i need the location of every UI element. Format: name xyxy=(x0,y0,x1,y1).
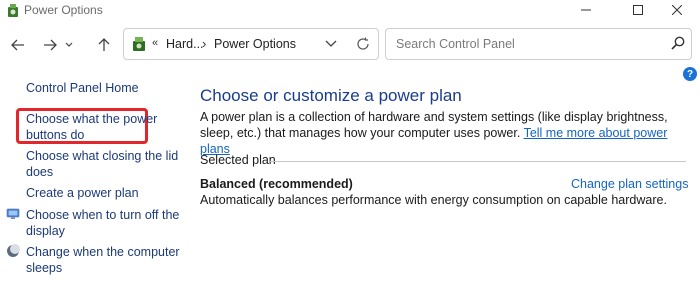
change-plan-settings-link[interactable]: Change plan settings xyxy=(571,177,688,191)
moon-icon xyxy=(7,244,20,257)
breadcrumb-overflow[interactable]: « xyxy=(152,37,158,49)
choose-power-buttons-link[interactable]: Choose what the power buttons do xyxy=(26,111,157,143)
minimize-button[interactable] xyxy=(563,0,609,20)
arrow-up-icon xyxy=(98,38,110,51)
change-sleep-link[interactable]: Change when the computer sleeps xyxy=(26,244,180,276)
plan-description: Automatically balances performance with … xyxy=(200,193,667,207)
breadcrumb-power-options[interactable]: Power Options xyxy=(214,37,296,51)
page-description: A power plan is a collection of hardware… xyxy=(200,109,680,157)
window-title: Power Options xyxy=(24,3,103,17)
power-options-icon xyxy=(8,4,18,17)
create-power-plan-link[interactable]: Create a power plan xyxy=(26,185,139,201)
arrow-right-icon xyxy=(44,39,57,51)
page-title: Choose or customize a power plan xyxy=(200,86,462,105)
turn-off-display-link[interactable]: Choose when to turn off the display xyxy=(26,207,179,239)
title-bar: Power Options xyxy=(0,0,700,22)
address-bar[interactable]: « Hard... › Power Options xyxy=(123,28,379,60)
refresh-button[interactable] xyxy=(352,33,374,55)
search-box[interactable]: Search Control Panel xyxy=(385,28,692,60)
plan-name: Balanced (recommended) xyxy=(200,177,353,191)
maximize-icon xyxy=(633,5,643,15)
search-input[interactable]: Search Control Panel xyxy=(396,37,515,51)
link-line: does xyxy=(26,165,54,179)
selected-plan-label: Selected plan xyxy=(200,153,276,167)
chevron-down-icon xyxy=(65,42,73,47)
link-line: Create a power plan xyxy=(26,186,139,200)
link-line: Choose what closing the lid xyxy=(26,149,179,163)
breadcrumb-separator[interactable]: › xyxy=(202,36,206,51)
back-button[interactable] xyxy=(6,33,30,57)
link-line: Choose when to turn off the xyxy=(26,208,180,222)
close-icon xyxy=(672,5,682,15)
forward-button[interactable] xyxy=(38,33,62,57)
monitor-icon xyxy=(6,208,20,219)
divider xyxy=(270,161,686,162)
choose-closing-lid-link[interactable]: Choose what closing the lid does xyxy=(26,148,178,180)
chevron-down-icon xyxy=(325,40,337,47)
link-line: Change when the computer xyxy=(26,245,180,259)
control-panel-icon xyxy=(133,37,145,51)
link-line: sleeps xyxy=(26,261,63,275)
recent-locations-button[interactable] xyxy=(62,33,76,57)
link-line: buttons do xyxy=(26,128,85,142)
minimize-icon xyxy=(581,9,591,11)
arrow-left-icon xyxy=(11,39,24,51)
address-dropdown[interactable] xyxy=(325,37,337,51)
up-button[interactable] xyxy=(92,33,116,57)
refresh-icon xyxy=(357,37,369,50)
link-line: display xyxy=(26,224,65,238)
close-button[interactable] xyxy=(654,0,700,20)
control-panel-home-link[interactable]: Control Panel Home xyxy=(26,80,139,96)
help-icon[interactable]: ? xyxy=(683,67,697,81)
link-line: Choose what the power xyxy=(26,112,158,126)
search-icon[interactable] xyxy=(670,35,686,51)
breadcrumb-hardware[interactable]: Hard... xyxy=(166,37,204,51)
